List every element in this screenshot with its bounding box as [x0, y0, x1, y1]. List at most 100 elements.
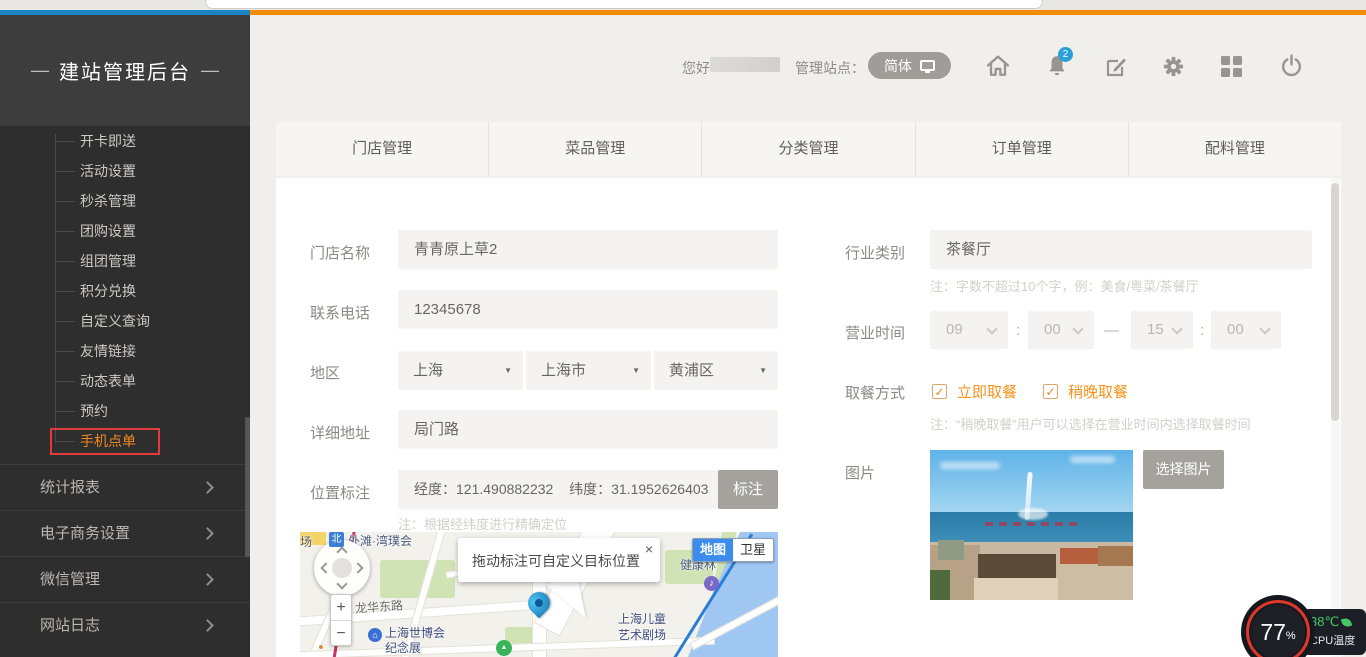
immediate-pickup-label[interactable]: 立即取餐	[957, 381, 1017, 402]
lat-label: 纬度：	[569, 481, 611, 497]
select-arrow-icon: ▼	[759, 351, 767, 390]
pickup-option-later: ✓ 稍晚取餐	[1043, 381, 1128, 402]
tab-order-management[interactable]: 订单管理	[915, 122, 1128, 176]
address-label: 详细地址	[310, 422, 370, 443]
start-hour-value: 09	[946, 321, 963, 338]
pickup-note: 注：“稍晚取餐”用户可以选择在营业时间内选择取餐时间	[930, 414, 1251, 433]
city-select[interactable]: 上海市 ▼	[526, 351, 651, 390]
location-map[interactable]: 场 外滩·湾璞会 龙华东路 上海世博会 纪念展 健康林 上海儿童 艺术剧场 ⌂ …	[300, 532, 778, 657]
sidebar-item-card-gift[interactable]: 开卡即送	[0, 126, 250, 156]
pan-up-icon[interactable]	[336, 546, 347, 557]
sidebar-item-label: 友情链接	[80, 343, 136, 359]
app-title: 建站管理后台	[59, 56, 191, 85]
sidebar-item-reservation[interactable]: 预约	[0, 396, 250, 426]
notifications-button[interactable]: 2	[1044, 53, 1070, 79]
address-input[interactable]: 局门路	[398, 410, 778, 449]
pan-down-icon[interactable]	[336, 578, 347, 589]
pickup-option-now: ✓ 立即取餐	[932, 381, 1017, 402]
settings-button[interactable]	[1162, 55, 1185, 78]
sidebar-item-groupbuy[interactable]: 团购设置	[0, 216, 250, 246]
sidebar-header: — 建站管理后台 —	[0, 15, 250, 126]
map-label-expo-line2: 纪念展	[385, 639, 421, 656]
sidebar-item-activity[interactable]: 活动设置	[0, 156, 250, 186]
sidebar-section-logs[interactable]: 网站日志	[0, 602, 250, 648]
sidebar-item-links[interactable]: 友情链接	[0, 336, 250, 366]
infowindow-close-icon[interactable]: ×	[645, 541, 653, 557]
section-label: 统计报表	[40, 479, 100, 496]
browser-address-bar[interactable]	[205, 0, 1043, 9]
map-infowindow: 拖动标注可自定义目标位置 ×	[458, 538, 660, 582]
lng-label: 经度：	[414, 481, 456, 497]
store-name-input[interactable]: 青青原上草2	[398, 230, 778, 269]
home-button[interactable]	[984, 52, 1012, 80]
checkbox-later-pickup[interactable]: ✓	[1043, 384, 1058, 399]
select-arrow-icon: ▼	[504, 351, 512, 390]
start-hour-select[interactable]: 09	[930, 311, 1008, 349]
map-type-satellite-button[interactable]: 卫星	[733, 539, 773, 561]
sidebar-section-wechat[interactable]: 微信管理	[0, 556, 250, 602]
province-value: 上海	[413, 362, 443, 379]
zoom-out-button[interactable]: −	[331, 620, 351, 645]
pan-right-icon[interactable]	[352, 562, 363, 573]
chevron-right-icon	[201, 481, 214, 494]
tab-dish-management[interactable]: 菜品管理	[488, 122, 701, 176]
chevron-right-icon	[201, 527, 214, 540]
cpu-usage-widget[interactable]: 77 %	[1246, 600, 1310, 657]
coordinates-input[interactable]: 经度：121.490882232 纬度：31.1952626403	[398, 470, 718, 509]
tab-category-management[interactable]: 分类管理	[701, 122, 914, 176]
sidebar-item-dynamic-form[interactable]: 动态表单	[0, 366, 250, 396]
compose-button[interactable]	[1104, 55, 1128, 79]
start-minute-select[interactable]: 00	[1028, 311, 1094, 349]
district-select[interactable]: 黄浦区▼	[654, 351, 778, 390]
select-arrow-icon: ▼	[632, 351, 640, 390]
choose-image-button[interactable]: 选择图片	[1143, 450, 1224, 489]
checkbox-immediate-pickup[interactable]: ✓	[932, 384, 947, 399]
sidebar-item-label: 预约	[80, 403, 108, 419]
phone-label: 联系电话	[310, 302, 370, 323]
sidebar-item-custom-query[interactable]: 自定义查询	[0, 306, 250, 336]
city-value: 上海市	[541, 362, 586, 379]
map-type-toggle: 地图 卫星	[692, 538, 774, 562]
map-zoom-control: + −	[330, 594, 352, 646]
category-input[interactable]: 茶餐厅	[930, 230, 1312, 269]
end-minute-value: 00	[1227, 321, 1244, 338]
later-pickup-label[interactable]: 稍晚取餐	[1068, 381, 1128, 402]
end-minute-select[interactable]: 00	[1211, 311, 1281, 349]
sidebar-sections: 统计报表 电子商务设置 微信管理 网站日志	[0, 464, 250, 648]
chevron-down-icon	[1259, 323, 1270, 334]
time-range-dash: —	[1104, 322, 1119, 339]
map-pan-control[interactable]	[314, 540, 370, 596]
map-type-map-button[interactable]: 地图	[693, 539, 733, 561]
sidebar-item-label: 积分兑换	[80, 283, 136, 299]
store-photo	[930, 450, 1133, 600]
language-switch-button[interactable]: 简体	[868, 52, 951, 79]
apps-grid-button[interactable]	[1221, 56, 1242, 77]
chevron-right-icon	[201, 573, 214, 586]
lng-value: 121.490882232	[456, 481, 553, 497]
browser-chrome-strip	[0, 0, 1366, 10]
province-select[interactable]: 上海 ▼	[398, 351, 523, 390]
sidebar-section-ecommerce[interactable]: 电子商务设置	[0, 510, 250, 556]
logout-button[interactable]	[1279, 53, 1304, 78]
sidebar-scrollbar[interactable]	[245, 417, 250, 557]
panel-scrollbar[interactable]	[1331, 183, 1339, 421]
tab-store-management[interactable]: 门店管理	[276, 122, 488, 176]
mark-location-button[interactable]: 标注	[718, 470, 778, 509]
pan-left-icon[interactable]	[320, 562, 331, 573]
end-hour-select[interactable]: 15	[1131, 311, 1193, 349]
tab-ingredient-management[interactable]: 配料管理	[1128, 122, 1341, 176]
chevron-down-icon	[1072, 323, 1083, 334]
tab-bar: 门店管理 菜品管理 分类管理 订单管理 配料管理	[276, 122, 1341, 176]
sidebar-item-mobile-order[interactable]: 手机点单	[0, 426, 250, 456]
sidebar-item-points[interactable]: 积分兑换	[0, 276, 250, 306]
park-icon: ▲	[496, 640, 512, 656]
zoom-in-button[interactable]: +	[331, 595, 351, 620]
sidebar-section-reports[interactable]: 统计报表	[0, 464, 250, 510]
gear-icon	[1162, 55, 1185, 78]
pan-hub[interactable]	[332, 558, 352, 578]
sidebar-item-group[interactable]: 组团管理	[0, 246, 250, 276]
sidebar-item-seckill[interactable]: 秒杀管理	[0, 186, 250, 216]
grid-icon	[1221, 56, 1230, 65]
phone-input[interactable]: 12345678	[398, 290, 778, 329]
sidebar-item-label: 开卡即送	[80, 133, 136, 149]
